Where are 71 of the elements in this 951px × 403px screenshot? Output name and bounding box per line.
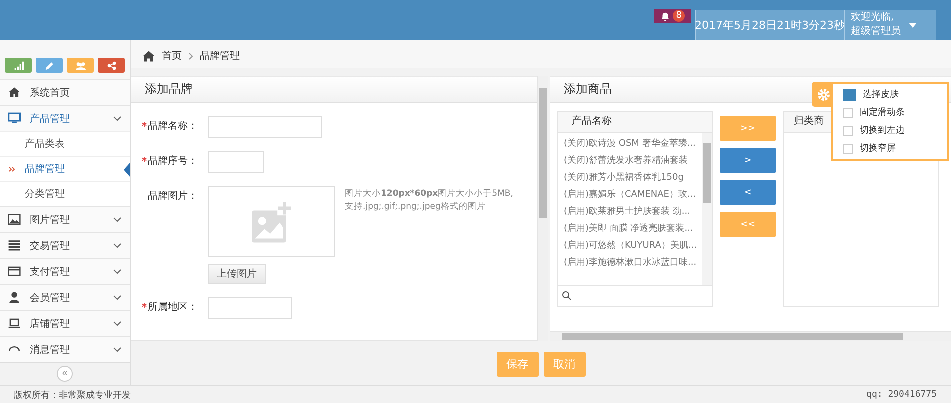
qq-number: qq: 290416775: [866, 390, 937, 400]
bar-chart-icon: [14, 60, 24, 70]
monitor-icon: [8, 112, 21, 125]
checkbox[interactable]: [843, 126, 853, 136]
list-item[interactable]: (启用)李施德林漱口水冰蓝口味...: [558, 255, 702, 272]
list-item[interactable]: (启用)美即 面膜 净透亮肤套装...: [558, 221, 702, 238]
image-upload-box[interactable]: [208, 186, 335, 257]
scrollbar[interactable]: [550, 331, 951, 341]
chevron-right-icon: [189, 52, 193, 60]
picture-icon: [8, 213, 21, 226]
transfer-button[interactable]: >: [720, 148, 776, 173]
breadcrumb-link[interactable]: 首页: [162, 49, 182, 63]
field-label: 所属地区：: [148, 300, 198, 315]
datetime: 2017年5月28日21时3分23秒: [695, 10, 844, 40]
list-item[interactable]: (启用)嘉媚乐（CAMENAE）玫...: [558, 187, 702, 204]
user-menu[interactable]: 欢迎光临, 超级管理员: [844, 10, 936, 40]
shortcut-button[interactable]: [36, 58, 63, 73]
user-icon: [8, 291, 21, 304]
text-field[interactable]: [208, 297, 292, 319]
shortcut-button[interactable]: [98, 58, 125, 73]
home-icon: [8, 86, 21, 99]
image-hint: 图片大小120px*60px图片大小小于5MB, 支持.jpg;.gif;.png;.jpeg格式的图片: [345, 188, 514, 214]
users-icon: [76, 60, 86, 70]
notification-badge: 8: [673, 10, 685, 22]
chevron-down-icon: [113, 294, 122, 300]
chevron-down-icon: [113, 268, 122, 274]
shortcut-button[interactable]: [67, 58, 94, 73]
chevron-down-icon: [113, 320, 122, 326]
upload-button[interactable]: 上传图片: [208, 264, 266, 284]
breadcrumb-link[interactable]: 品牌管理: [200, 49, 240, 63]
checkbox[interactable]: [843, 144, 853, 154]
checkbox[interactable]: [843, 108, 853, 118]
transfer-button[interactable]: <: [720, 180, 776, 205]
add-image-icon: [252, 200, 292, 242]
field-label: 品牌序号：: [148, 154, 198, 169]
double-chevron-icon: [9, 166, 16, 172]
list-item[interactable]: (关闭)舒蕾洗发水奢养精油套装: [558, 153, 702, 170]
chevron-down-icon: [113, 242, 122, 248]
submenu-item[interactable]: 产品类表: [0, 131, 130, 156]
copyright: 版权所有：非常聚成专业开发: [14, 390, 131, 402]
notification-button[interactable]: 8: [654, 9, 691, 23]
field-label: 品牌图片：: [148, 190, 198, 204]
bell-icon: [660, 10, 672, 22]
search-icon: [562, 291, 572, 301]
chevron-down-icon: [113, 346, 122, 352]
share-icon: [106, 60, 116, 70]
menu-label: 选择皮肤: [863, 88, 899, 101]
color-swatch[interactable]: [843, 88, 856, 100]
list-item[interactable]: (关闭)欧诗漫 OSM 奢华金萃臻...: [558, 136, 702, 153]
list-header: 产品名称: [558, 112, 712, 133]
pencil-icon: [44, 60, 54, 70]
home-icon: [143, 50, 155, 62]
laptop-icon: [8, 317, 21, 330]
menu-label: 切换窄屏: [860, 142, 896, 155]
list-item[interactable]: (关闭)雅芳小黑裙香体乳150g: [558, 170, 702, 187]
card-icon: [8, 265, 21, 278]
collapse-button[interactable]: «: [57, 366, 73, 382]
chevron-down-icon: [113, 216, 122, 222]
caret-icon: [909, 22, 917, 28]
chevron-down-icon: [113, 116, 122, 122]
shortcut-button[interactable]: [5, 58, 32, 73]
text-field[interactable]: [208, 116, 322, 138]
field-label: 品牌名称：: [148, 120, 198, 134]
submenu-item[interactable]: 分类管理: [0, 181, 130, 206]
text-field[interactable]: [208, 151, 264, 173]
scrollbar[interactable]: [702, 133, 712, 285]
list-item[interactable]: (启用)可悠然（KUYURA）美肌...: [558, 238, 702, 255]
panel-title: 添加品牌: [131, 76, 537, 103]
list-item[interactable]: (启用)欧莱雅男士护肤套装 劲...: [558, 204, 702, 221]
submenu-item[interactable]: 品牌管理: [0, 156, 130, 181]
list-icon: [8, 239, 21, 252]
